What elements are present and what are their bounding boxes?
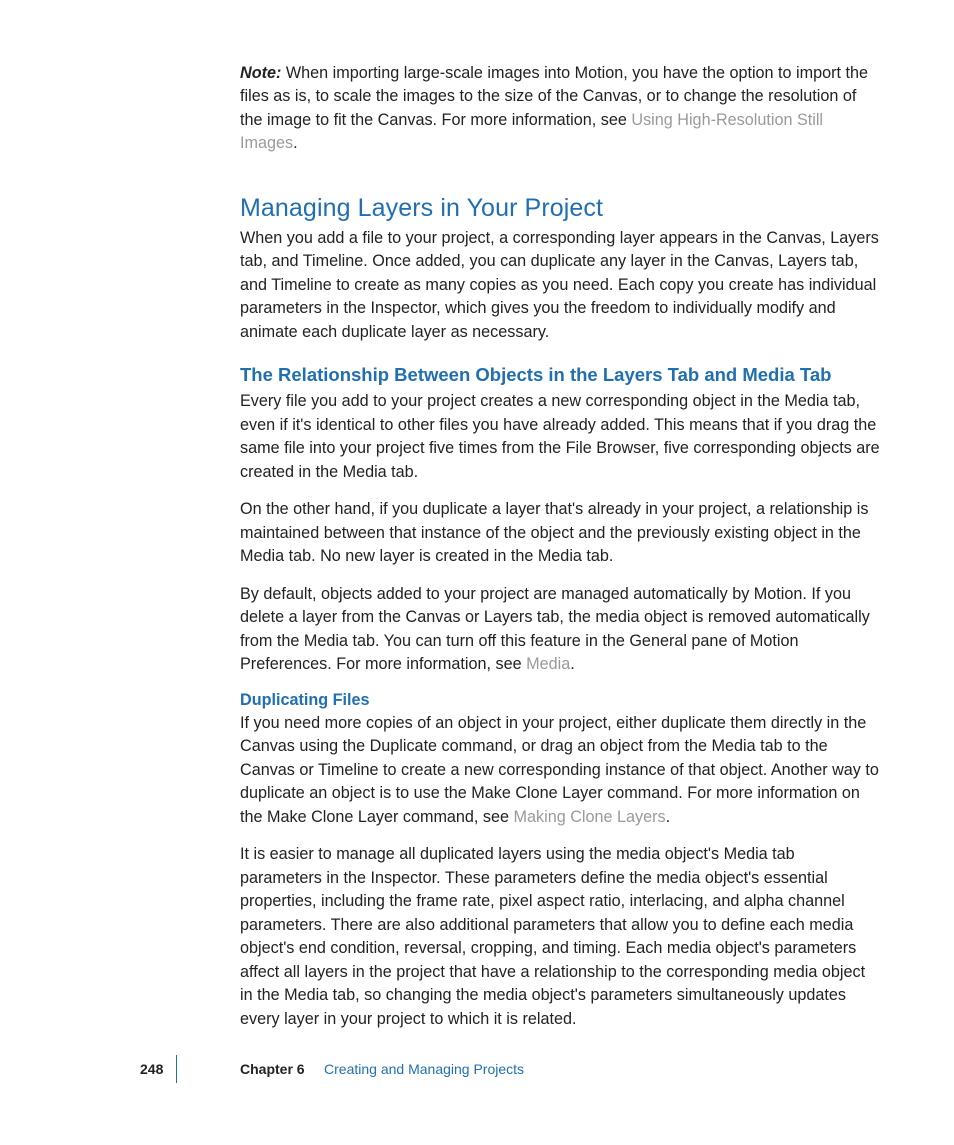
page: Note: When importing large-scale images … [0,0,954,1145]
paragraph-relationship-3: By default, objects added to your projec… [240,583,880,677]
chapter-label: Chapter 6 [240,1061,305,1077]
link-making-clone-layers[interactable]: Making Clone Layers [514,808,666,826]
heading-relationship: The Relationship Between Objects in the … [240,364,880,386]
chapter-footer: Chapter 6 Creating and Managing Projects [240,1061,524,1077]
paragraph-duplicating-2: It is easier to manage all duplicated la… [240,843,880,1031]
heading-managing-layers: Managing Layers in Your Project [240,194,880,223]
note-after: . [293,134,298,152]
content-column: Note: When importing large-scale images … [240,62,880,1045]
paragraph-intro: When you add a file to your project, a c… [240,227,880,344]
paragraph-duplicating-1: If you need more copies of an object in … [240,712,880,829]
note-label: Note: [240,64,281,82]
p4-after: . [570,655,575,673]
page-footer: 248 Chapter 6 Creating and Managing Proj… [0,1065,954,1089]
note-paragraph: Note: When importing large-scale images … [240,62,880,156]
paragraph-relationship-1: Every file you add to your project creat… [240,390,880,484]
paragraph-relationship-2: On the other hand, if you duplicate a la… [240,498,880,568]
heading-duplicating-files: Duplicating Files [240,691,880,710]
footer-divider [176,1055,177,1083]
link-media[interactable]: Media [526,655,570,673]
chapter-title: Creating and Managing Projects [324,1061,524,1077]
page-number: 248 [140,1061,163,1077]
p5-after: . [666,808,671,826]
